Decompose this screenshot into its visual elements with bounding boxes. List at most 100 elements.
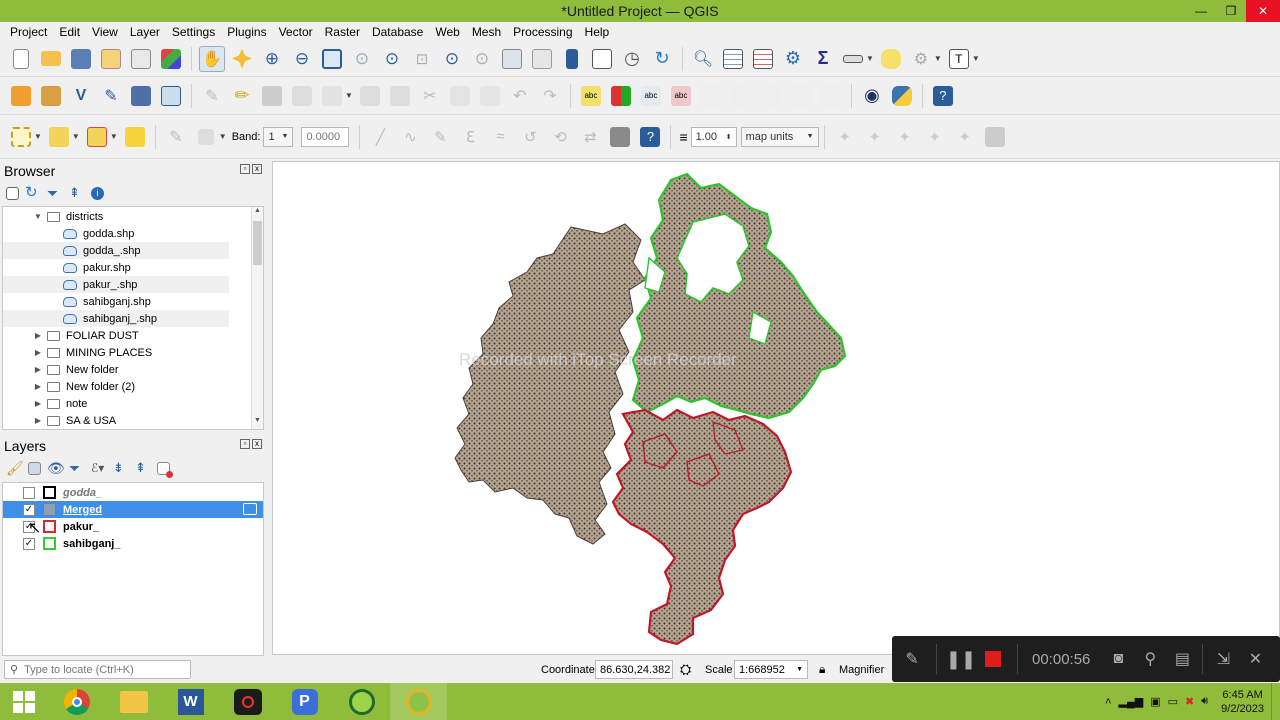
move-label-icon[interactable]	[728, 83, 754, 109]
save-project-icon[interactable]	[68, 46, 94, 72]
show-bookmarks-icon[interactable]	[589, 46, 615, 72]
battery-icon[interactable]: ▭	[1168, 695, 1178, 708]
tree-item-godda_-shp[interactable]: godda_.shp	[3, 242, 229, 259]
add-feature-icon[interactable]	[289, 83, 315, 109]
text-annotation-icon[interactable]: T	[946, 46, 972, 72]
zoom-to-selection-icon[interactable]: ⊙	[349, 46, 375, 72]
tray-app-icon[interactable]: ▣	[1150, 695, 1160, 708]
new-temp-layer-icon[interactable]	[128, 83, 154, 109]
stop-icon[interactable]	[983, 649, 1003, 669]
tree-item-pakur_-shp[interactable]: pakur_.shp	[3, 276, 229, 293]
browser-scrollbar[interactable]: ▲ ▼	[251, 207, 263, 429]
advanced-digitize-3-icon[interactable]: ✦	[892, 124, 918, 150]
paste-features-icon[interactable]	[477, 83, 503, 109]
volume-icon[interactable]: 🔊︎	[1201, 695, 1208, 708]
reshape-icon[interactable]: ↺	[517, 124, 543, 150]
layer-row-sahibganj[interactable]: ✓ sahibganj_	[3, 535, 263, 552]
tray-alert-icon[interactable]: ✖	[1185, 695, 1194, 708]
clock[interactable]: 6:45 AM 9/2/2023	[1221, 688, 1264, 716]
digitize-curve-icon[interactable]: ∿	[397, 124, 423, 150]
identify-features-icon[interactable]: 🔍︎	[690, 46, 716, 72]
toggle-editing-icon[interactable]: ✏	[229, 83, 255, 109]
manage-visibility-icon[interactable]: 👁︎	[47, 460, 65, 476]
expand-arrow-icon[interactable]: ▶	[33, 416, 43, 425]
chrome-icon[interactable]	[48, 683, 105, 720]
qgis-icon[interactable]	[333, 683, 390, 720]
menu-processing[interactable]: Processing	[507, 25, 578, 39]
raster-color-icon[interactable]	[193, 124, 219, 150]
tree-item-new-folder-2[interactable]: ▶ New folder (2)	[3, 378, 229, 395]
lock-scale-icon[interactable]: 🔒︎	[819, 660, 825, 679]
menu-raster[interactable]: Raster	[319, 25, 366, 39]
maximize-button[interactable]: ❐	[1216, 0, 1246, 22]
tree-item-new-folder[interactable]: ▶ New folder	[3, 361, 229, 378]
add-selected-layers-icon[interactable]	[6, 186, 19, 200]
attribute-table-icon[interactable]	[720, 46, 746, 72]
map-canvas[interactable]: Recorded with iTop Screen Recorder	[272, 161, 1280, 655]
delete-selected-icon[interactable]	[387, 83, 413, 109]
collapse-all-icon[interactable]: ⇞	[69, 185, 85, 201]
layer-row-merged[interactable]: ✓ Merged	[3, 501, 263, 518]
select-by-value-icon[interactable]	[46, 124, 72, 150]
collapse-all-icon[interactable]: ⇞	[135, 460, 151, 476]
locator-search-input[interactable]: ⚲ Type to locate (Ctrl+K)	[4, 660, 191, 679]
menu-view[interactable]: View	[86, 25, 124, 39]
layer-symbol-icon[interactable]	[43, 486, 56, 499]
filter-expression-icon[interactable]: ℰ▾	[91, 460, 107, 476]
p-app-icon[interactable]: P	[276, 683, 333, 720]
save-as-icon[interactable]	[98, 46, 124, 72]
help-icon[interactable]: ?	[930, 83, 956, 109]
zoom-to-layer-icon[interactable]: ⊙	[379, 46, 405, 72]
expand-all-icon[interactable]: ⇟	[113, 460, 129, 476]
info-icon[interactable]: i	[91, 186, 104, 200]
layers-tree[interactable]: godda_ ✓ Merged ✓ pakur_ ✓ sahibganj_ ↖	[2, 482, 264, 656]
close-recorder-icon[interactable]: ✕	[1245, 649, 1265, 669]
change-label-icon[interactable]	[788, 83, 814, 109]
deselect-features-icon[interactable]	[84, 124, 110, 150]
sahibganj-district-polygon[interactable]	[631, 172, 847, 420]
label-options-icon[interactable]	[818, 83, 844, 109]
rotate-label-icon[interactable]	[758, 83, 784, 109]
field-calculator-icon[interactable]	[750, 46, 776, 72]
menu-settings[interactable]: Settings	[166, 25, 221, 39]
print-layout-icon[interactable]	[128, 46, 154, 72]
line-width-spinner[interactable]: 1.00 ⬍	[690, 126, 737, 147]
refresh-icon[interactable]: ↻	[25, 185, 41, 201]
file-explorer-icon[interactable]	[105, 683, 162, 720]
advanced-digitize-6-icon[interactable]	[982, 124, 1008, 150]
split-icon[interactable]: ⟲	[547, 124, 573, 150]
style-manager-icon[interactable]	[158, 46, 184, 72]
minimize-button[interactable]: —	[1186, 0, 1216, 22]
new-shapefile-icon[interactable]: V	[68, 83, 94, 109]
tree-item-mining-places[interactable]: ▶ MINING PLACES	[3, 344, 229, 361]
expand-arrow-icon[interactable]: ▶	[33, 331, 43, 340]
cut-features-icon[interactable]: ✂	[417, 83, 443, 109]
highlight-pinned-labels-icon[interactable]: abc	[638, 83, 664, 109]
layer-row-godda[interactable]: godda_	[3, 484, 263, 501]
georeferencer-icon[interactable]	[607, 124, 633, 150]
comment-icon[interactable]: ▤	[1172, 649, 1192, 669]
temporal-controller-icon[interactable]: ◷	[619, 46, 645, 72]
pakur-district-polygon[interactable]	[611, 408, 793, 646]
word-icon[interactable]: W	[162, 683, 219, 720]
layer-diagram-icon[interactable]	[608, 83, 634, 109]
screen-recorder-icon[interactable]	[219, 683, 276, 720]
menu-plugins[interactable]: Plugins	[221, 25, 272, 39]
pause-icon[interactable]: ❚❚	[946, 649, 976, 669]
new-project-icon[interactable]	[8, 46, 34, 72]
filter-legend-icon[interactable]: ⏷	[69, 460, 85, 476]
windows-start-icon[interactable]	[0, 683, 48, 720]
merge-features-icon[interactable]: ⇄	[577, 124, 603, 150]
python-console-icon[interactable]	[889, 83, 915, 109]
digitize-tool-icon[interactable]: ✎	[427, 124, 453, 150]
new-bookmark-icon[interactable]	[559, 46, 585, 72]
digitize-line-icon[interactable]: ╱	[367, 124, 393, 150]
collapse-arrow-icon[interactable]: ▼	[33, 212, 43, 221]
tree-item-foliar-dust[interactable]: ▶ FOLIAR DUST	[3, 327, 229, 344]
select-features-icon[interactable]	[8, 124, 34, 150]
current-edits-icon[interactable]: ✎	[199, 83, 225, 109]
menu-mesh[interactable]: Mesh	[466, 25, 507, 39]
network-signal-icon[interactable]: ▂▄▆	[1118, 695, 1143, 708]
copy-features-icon[interactable]	[447, 83, 473, 109]
tree-item-pakur-shp[interactable]: pakur.shp	[3, 259, 229, 276]
